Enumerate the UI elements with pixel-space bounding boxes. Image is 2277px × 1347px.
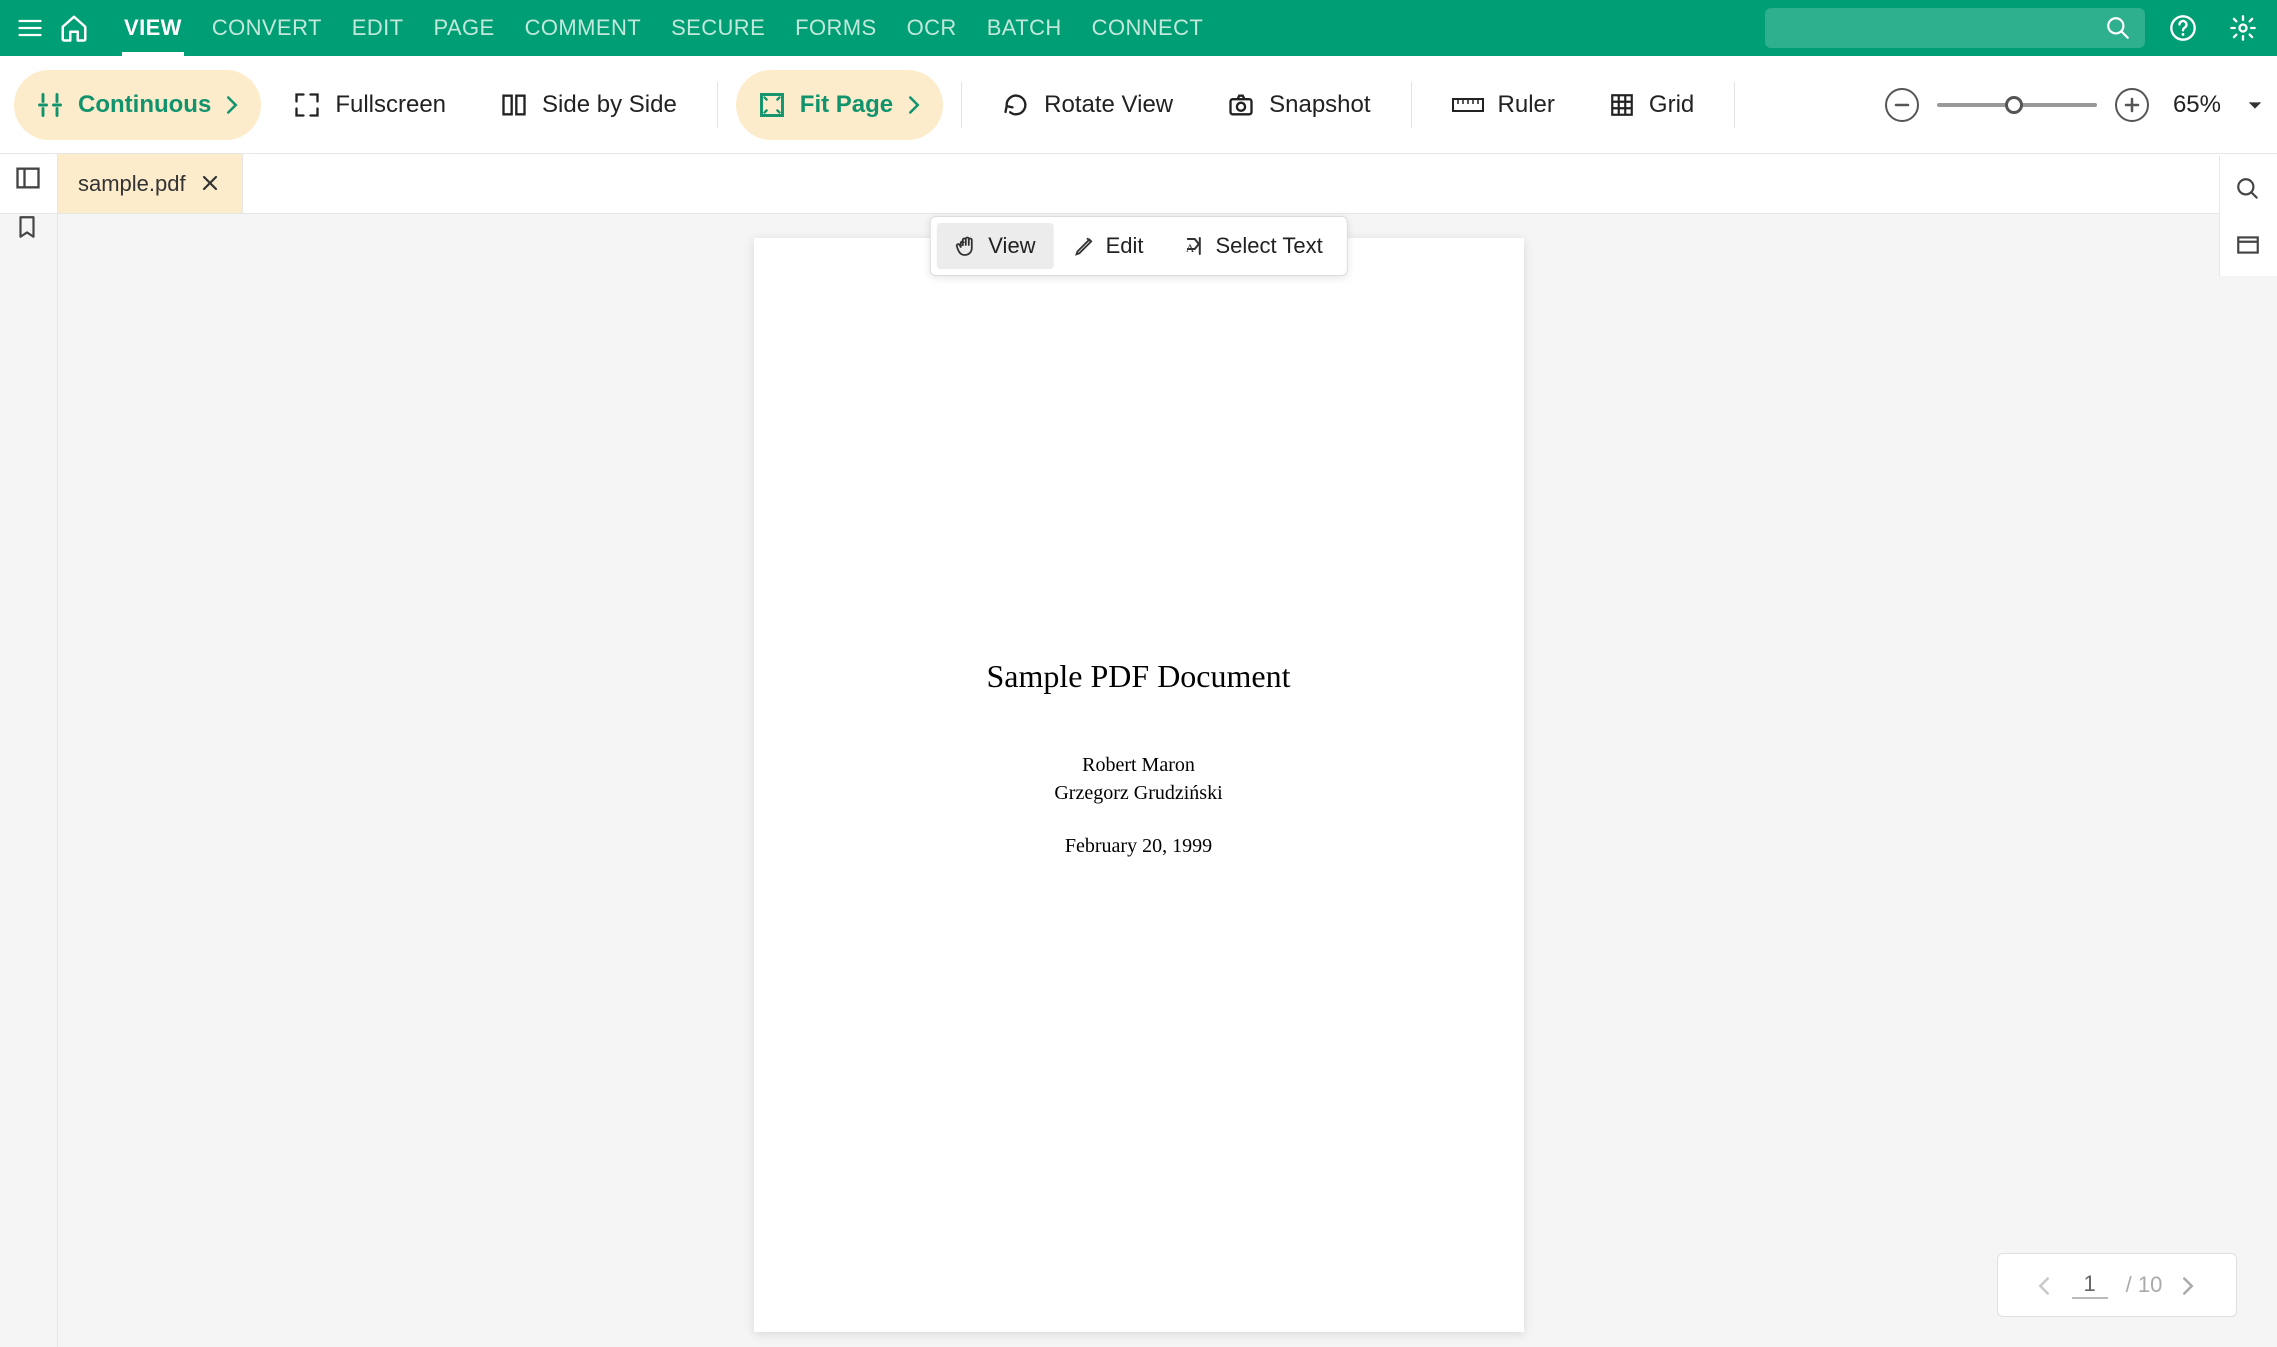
home-icon[interactable]: [56, 10, 92, 46]
right-side-rail: [2219, 156, 2277, 276]
fullscreen-icon: [293, 91, 321, 119]
fit-page-label: Fit Page: [800, 91, 893, 119]
view-mode-label: View: [988, 233, 1035, 259]
properties-panel-icon[interactable]: [2235, 232, 2263, 260]
continuous-button[interactable]: Continuous: [14, 70, 261, 140]
rotate-icon: [1002, 91, 1030, 119]
document-tab-strip: sample.pdf: [0, 154, 2277, 214]
bookmark-panel-icon[interactable]: [14, 214, 44, 244]
grid-button[interactable]: Grid: [1587, 70, 1716, 140]
total-pages-label: / 10: [2126, 1272, 2163, 1298]
app-topbar: VIEW CONVERT EDIT PAGE COMMENT SECURE FO…: [0, 0, 2277, 56]
current-page-input[interactable]: [2072, 1271, 2108, 1299]
left-side-rail: [0, 154, 58, 1347]
zoom-dropdown-icon[interactable]: [2247, 97, 2263, 113]
select-text-mode-label: Select Text: [1216, 233, 1323, 259]
author-1: Robert Maron: [1054, 751, 1222, 779]
fullscreen-label: Fullscreen: [335, 91, 446, 119]
rotate-view-label: Rotate View: [1044, 91, 1173, 119]
tab-ocr[interactable]: OCR: [893, 0, 971, 56]
zoom-slider-thumb[interactable]: [2005, 96, 2023, 114]
search-input[interactable]: [1765, 8, 2145, 48]
pdf-page: Sample PDF Document Robert Maron Grzegor…: [754, 238, 1524, 1332]
edit-mode-button[interactable]: Edit: [1056, 223, 1162, 269]
snapshot-button[interactable]: Snapshot: [1205, 70, 1392, 140]
next-page-icon[interactable]: [2180, 1276, 2198, 1294]
chevron-right-icon: [907, 95, 921, 115]
ribbon-separator: [1734, 82, 1735, 128]
help-icon[interactable]: [2161, 6, 2205, 50]
tab-connect[interactable]: CONNECT: [1078, 0, 1218, 56]
author-2: Grzegorz Grudziński: [1054, 779, 1222, 807]
zoom-slider[interactable]: [1937, 103, 2097, 107]
ruler-label: Ruler: [1498, 91, 1555, 119]
zoom-out-button[interactable]: [1885, 88, 1919, 122]
grid-label: Grid: [1649, 91, 1694, 119]
camera-icon: [1227, 91, 1255, 119]
edit-mode-label: Edit: [1106, 233, 1144, 259]
ruler-button[interactable]: Ruler: [1430, 70, 1577, 140]
continuous-label: Continuous: [78, 91, 211, 119]
tab-batch[interactable]: BATCH: [973, 0, 1076, 56]
tab-convert[interactable]: CONVERT: [198, 0, 336, 56]
ribbon-separator: [717, 82, 718, 128]
ruler-icon: [1452, 95, 1484, 115]
tab-forms[interactable]: FORMS: [781, 0, 890, 56]
view-ribbon: Continuous Fullscreen Side by Side Fit P…: [0, 56, 2277, 154]
zoom-controls: 65%: [1885, 88, 2263, 122]
fullscreen-button[interactable]: Fullscreen: [271, 70, 468, 140]
search-panel-icon[interactable]: [2235, 176, 2263, 204]
document-title: Sample PDF Document: [987, 658, 1291, 695]
tab-comment[interactable]: COMMENT: [511, 0, 655, 56]
prev-page-icon[interactable]: [2036, 1276, 2054, 1294]
panel-toggle-icon[interactable]: [14, 164, 44, 194]
document-authors: Robert Maron Grzegorz Grudziński: [1054, 751, 1222, 807]
fit-page-button[interactable]: Fit Page: [736, 70, 943, 140]
chevron-right-icon: [225, 95, 239, 115]
side-by-side-button[interactable]: Side by Side: [478, 70, 699, 140]
document-viewport[interactable]: Sample PDF Document Robert Maron Grzegor…: [58, 214, 2219, 1347]
side-by-side-label: Side by Side: [542, 91, 677, 119]
hand-icon: [954, 234, 978, 258]
rotate-view-button[interactable]: Rotate View: [980, 70, 1195, 140]
tab-page[interactable]: PAGE: [420, 0, 509, 56]
hamburger-menu-icon[interactable]: [12, 10, 48, 46]
ribbon-separator: [1411, 82, 1412, 128]
settings-gear-icon[interactable]: [2221, 6, 2265, 50]
zoom-in-button[interactable]: [2115, 88, 2149, 122]
mode-toolbar: View Edit A Select Text: [929, 216, 1347, 276]
svg-text:A: A: [1186, 241, 1195, 255]
tab-secure[interactable]: SECURE: [657, 0, 779, 56]
text-cursor-icon: A: [1182, 234, 1206, 258]
main-tabs: VIEW CONVERT EDIT PAGE COMMENT SECURE FO…: [110, 0, 1217, 56]
document-tab[interactable]: sample.pdf: [58, 154, 243, 213]
ribbon-separator: [961, 82, 962, 128]
side-by-side-icon: [500, 91, 528, 119]
fit-page-icon: [758, 91, 786, 119]
select-text-mode-button[interactable]: A Select Text: [1164, 223, 1341, 269]
search-icon: [2105, 15, 2131, 41]
zoom-level-label: 65%: [2173, 91, 2221, 119]
page-navigator: / 10: [1997, 1253, 2237, 1317]
view-mode-button[interactable]: View: [936, 223, 1053, 269]
close-tab-icon[interactable]: [200, 173, 222, 195]
tab-view[interactable]: VIEW: [110, 0, 196, 56]
document-filename: sample.pdf: [78, 171, 186, 197]
snapshot-label: Snapshot: [1269, 91, 1370, 119]
tab-edit[interactable]: EDIT: [338, 0, 418, 56]
pencil-icon: [1074, 235, 1096, 257]
document-date: February 20, 1999: [1065, 835, 1212, 858]
continuous-icon: [36, 91, 64, 119]
grid-icon: [1609, 92, 1635, 118]
